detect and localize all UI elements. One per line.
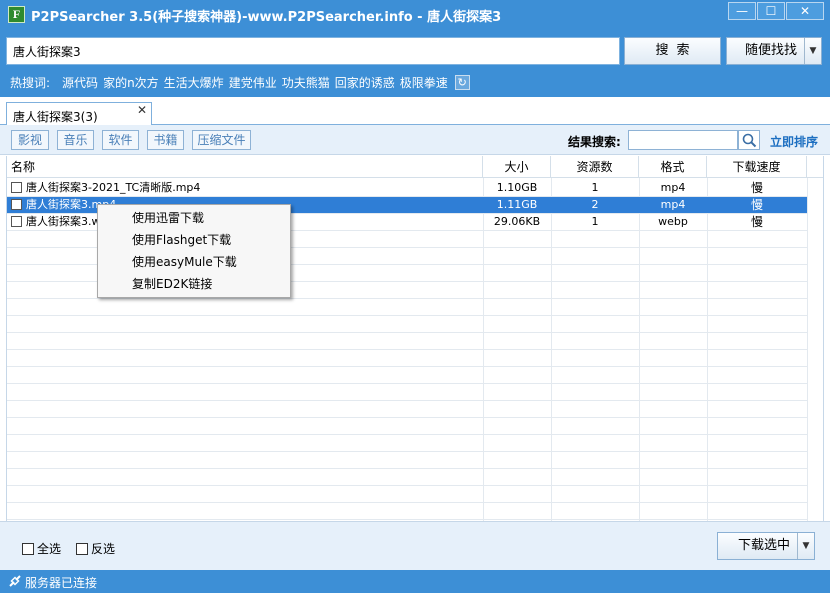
select-all-label: 全选 <box>37 542 62 556</box>
column-header-speed[interactable]: 下载速度 <box>707 156 807 178</box>
hot-keyword[interactable]: 极限拳速 <box>400 74 448 91</box>
filter-video-button[interactable]: 影视 <box>11 130 49 150</box>
hot-keyword[interactable]: 家的n次方 <box>103 74 159 91</box>
invert-selection-checkbox[interactable]: 反选 <box>76 540 115 557</box>
source-count: 1 <box>591 215 599 228</box>
hot-keywords-bar: 热搜词: 源代码 家的n次方 生活大爆炸 建党伟业 功夫熊猫 回家的诱惑 极限拳… <box>10 73 470 91</box>
status-text: 服务器已连接 <box>25 576 98 590</box>
source-count: 2 <box>591 198 599 211</box>
column-header-size[interactable]: 大小 <box>483 156 551 178</box>
result-search-button[interactable] <box>738 130 760 150</box>
hot-keywords-label: 热搜词: <box>10 75 51 90</box>
column-header-format[interactable]: 格式 <box>639 156 707 178</box>
empty-row <box>7 316 807 333</box>
download-selected-button[interactable]: 下载选中 ▼ <box>717 532 815 560</box>
refresh-icon[interactable]: ↻ <box>454 74 470 90</box>
select-all-checkbox[interactable]: 全选 <box>22 540 61 557</box>
filter-toolbar: 影视 音乐 软件 书籍 压缩文件 结果搜索: 立即排序 <box>0 125 830 155</box>
empty-row <box>7 367 807 384</box>
row-checkbox[interactable] <box>11 216 22 227</box>
filter-books-button[interactable]: 书籍 <box>147 130 184 150</box>
close-icon[interactable]: ✕ <box>137 103 147 117</box>
column-header-sources[interactable]: 资源数 <box>551 156 639 178</box>
column-header-name[interactable]: 名称 <box>7 156 483 178</box>
checkbox-icon <box>22 543 34 555</box>
download-speed: 慢 <box>750 215 763 229</box>
hot-keyword[interactable]: 建党伟业 <box>229 74 277 91</box>
table-header: 名称 大小 资源数 格式 下载速度 <box>7 156 823 178</box>
minimize-button[interactable]: — <box>728 2 756 20</box>
bottom-bar: 全选 反选 下载选中 ▼ <box>0 521 830 570</box>
checkbox-icon <box>76 543 88 555</box>
file-name: 唐人街探案3-2021_TC清晰版.mp4 <box>26 181 201 194</box>
menu-item-copy-ed2k[interactable]: 复制ED2K链接 <box>98 273 290 295</box>
status-bar: 服务器已连接 <box>0 570 830 593</box>
close-button[interactable]: ✕ <box>786 2 824 20</box>
chevron-down-icon[interactable]: ▼ <box>797 533 814 559</box>
file-size: 1.11GB <box>496 198 538 211</box>
tab-label: 唐人街探案3(3) <box>13 110 98 124</box>
chevron-down-icon[interactable]: ▼ <box>804 38 821 64</box>
table-row[interactable]: 唐人街探案3-2021_TC清晰版.mp4 1.10GB 1 mp4 慢 <box>7 180 807 197</box>
result-search-label: 结果搜索: <box>568 135 621 149</box>
empty-row <box>7 452 807 469</box>
search-icon <box>742 133 757 148</box>
empty-row <box>7 486 807 503</box>
file-format: mp4 <box>660 198 686 211</box>
empty-row <box>7 299 807 316</box>
invert-selection-label: 反选 <box>91 542 116 556</box>
download-selected-label: 下载选中 <box>738 538 791 553</box>
filter-music-button[interactable]: 音乐 <box>57 130 94 150</box>
window-title: P2PSearcher 3.5(种子搜索神器)-www.P2PSearcher.… <box>31 10 502 25</box>
hot-keyword[interactable]: 回家的诱惑 <box>335 74 395 91</box>
random-search-label: 随便找找 <box>745 43 798 58</box>
empty-row <box>7 418 807 435</box>
file-format: mp4 <box>660 181 686 194</box>
row-checkbox[interactable] <box>11 182 22 193</box>
menu-item-easymule-download[interactable]: 使用easyMule下载 <box>98 251 290 273</box>
hot-keyword[interactable]: 功夫熊猫 <box>282 74 330 91</box>
app-logo-icon: F <box>8 6 25 23</box>
empty-row <box>7 384 807 401</box>
empty-row <box>7 350 807 367</box>
context-menu: 使用迅雷下载 使用Flashget下载 使用easyMule下载 复制ED2K链… <box>97 204 291 298</box>
title-bar: F P2PSearcher 3.5(种子搜索神器)-www.P2PSearche… <box>0 0 830 30</box>
download-speed: 慢 <box>750 198 763 212</box>
sort-now-link[interactable]: 立即排序 <box>770 133 818 150</box>
hot-keyword[interactable]: 生活大爆炸 <box>164 74 224 91</box>
menu-item-flashget-download[interactable]: 使用Flashget下载 <box>98 229 290 251</box>
hot-keyword[interactable]: 源代码 <box>62 74 98 91</box>
tab-strip: 唐人街探案3(3) ✕ <box>0 97 830 125</box>
connection-icon <box>9 575 21 587</box>
result-search-input[interactable] <box>628 130 738 150</box>
empty-row <box>7 435 807 452</box>
filter-archives-button[interactable]: 压缩文件 <box>192 130 251 150</box>
search-input[interactable] <box>6 37 620 65</box>
maximize-button[interactable]: ☐ <box>757 2 785 20</box>
tab-search-result[interactable]: 唐人街探案3(3) ✕ <box>6 102 152 125</box>
row-name-cell: 唐人街探案3-2021_TC清晰版.mp4 <box>11 180 481 196</box>
search-button[interactable]: 搜索 <box>624 37 721 65</box>
file-size: 1.10GB <box>496 181 538 194</box>
file-size: 29.06KB <box>493 215 541 228</box>
empty-row <box>7 503 807 520</box>
empty-row <box>7 333 807 350</box>
random-search-button[interactable]: 随便找找 ▼ <box>726 37 822 65</box>
row-checkbox[interactable] <box>11 199 22 210</box>
source-count: 1 <box>591 181 599 194</box>
filter-software-button[interactable]: 软件 <box>102 130 139 150</box>
menu-item-thunder-download[interactable]: 使用迅雷下载 <box>98 207 290 229</box>
empty-row <box>7 401 807 418</box>
download-speed: 慢 <box>750 181 763 195</box>
column-divider <box>807 156 808 521</box>
empty-row <box>7 469 807 486</box>
file-format: webp <box>658 215 688 228</box>
